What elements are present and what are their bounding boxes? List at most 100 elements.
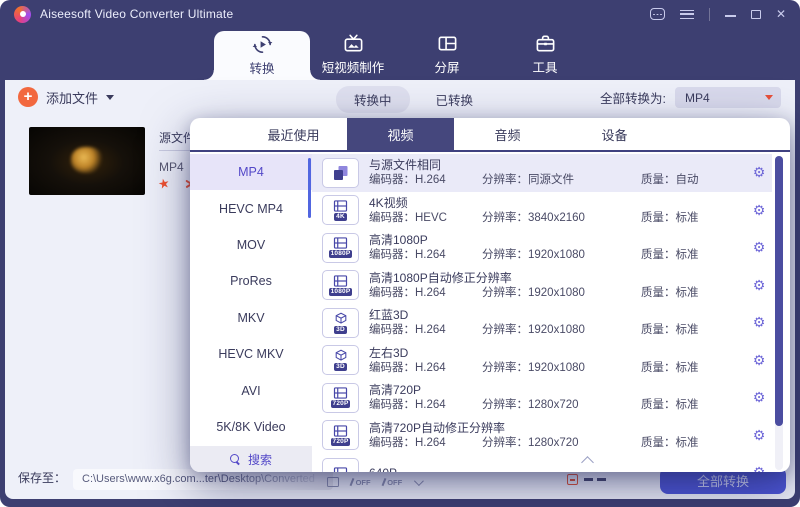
format-row[interactable]: 4K 4K视频编码器：HEVC分辨率：3840x2160质量：标准⚙ <box>312 192 772 230</box>
collapse-chevron-icon[interactable] <box>582 455 594 467</box>
tab-label: 短视频制作 <box>322 57 385 76</box>
output-format-dropdown[interactable]: MP4 <box>675 87 781 108</box>
menu-icon[interactable] <box>680 10 694 19</box>
film-icon: 1080P <box>322 270 359 300</box>
toolbox-icon <box>535 33 556 54</box>
copy-icon <box>322 158 359 188</box>
toggle-2[interactable]: OFF <box>383 478 403 487</box>
sidebar-item-mov[interactable]: MOV <box>190 227 312 263</box>
list-scrollbar-thumb[interactable] <box>775 156 783 426</box>
format-row[interactable]: 720P 高清720P 编码器：H.264分辨率：1280x720质量：标准⚙ <box>312 379 772 417</box>
sidebar-item-hevc-mp4[interactable]: HEVC MP4 <box>190 190 312 226</box>
format-row[interactable]: 3D红蓝3D编码器：H.264分辨率：1920x1080质量：标准⚙ <box>312 304 772 342</box>
toggle-1[interactable]: OFF <box>351 478 371 487</box>
encoder-value: 编码器：H.264 <box>369 287 482 300</box>
close-icon[interactable]: ✕ <box>776 8 786 20</box>
popup-tab-audio[interactable]: 音频 <box>454 118 561 150</box>
video-thumbnail <box>29 127 145 195</box>
popup-sidebar-list: MP4HEVC MP4MOVProResMKVHEVC MKVAVI5K/8K … <box>190 154 312 445</box>
settings-gear-icon[interactable]: ⚙ <box>746 389 772 406</box>
film-icon: 1080P <box>322 233 359 263</box>
convert-all-label: 全部转换为: <box>600 88 666 107</box>
chevron-down-icon[interactable] <box>414 476 424 486</box>
tab-split-screen[interactable]: 分屏 <box>399 28 495 80</box>
resolution-value: 分辨率：1280x720 <box>482 437 641 450</box>
format-detail: 编码器：H.264分辨率：同源文件质量：自动 <box>369 174 746 187</box>
chevron-down-icon[interactable] <box>106 95 114 100</box>
tab-short-video[interactable]: 短视频制作 <box>305 28 401 80</box>
sidebar-scrollbar[interactable] <box>308 158 311 218</box>
settings-gear-icon[interactable]: ⚙ <box>746 277 772 294</box>
encoder-value: 编码器：H.264 <box>369 174 482 187</box>
encoder-value: 编码器：H.264 <box>369 249 482 262</box>
sidebar-item-mp4[interactable]: MP4 <box>190 154 312 190</box>
popup-tab-video[interactable]: 视频 <box>347 118 454 150</box>
window-title: Aiseesoft Video Converter Ultimate <box>40 7 233 21</box>
resolution-badge: 1080P <box>329 250 353 258</box>
format-row[interactable]: 1080P高清1080P编码器：H.264分辨率：1920x1080质量：标准⚙ <box>312 229 772 267</box>
tab-convert[interactable]: 转换 <box>214 31 310 80</box>
save-path-input[interactable]: C:\Users\www.x6g.com...ter\Desktop\Conve… <box>73 469 333 490</box>
format-detail: 编码器：H.264分辨率：1920x1080质量：标准 <box>369 287 746 300</box>
popup-tab-recent[interactable]: 最近使用 <box>240 118 347 150</box>
format-list: 与源文件相同编码器：H.264分辨率：同源文件质量：自动⚙4K4K视频编码器：H… <box>312 154 790 472</box>
settings-gear-icon[interactable]: ⚙ <box>746 239 772 256</box>
format-row[interactable]: 与源文件相同编码器：H.264分辨率：同源文件质量：自动⚙ <box>312 154 772 192</box>
format-detail: 编码器：HEVC分辨率：3840x2160质量：标准 <box>369 212 746 225</box>
format-title: 左右3D <box>369 346 746 360</box>
add-files-label: 添加文件 <box>46 88 98 107</box>
format-title: 高清1080P <box>369 233 746 247</box>
toggle-icon <box>350 478 354 486</box>
format-detail: 编码器：H.264分辨率：1280x720质量：标准 <box>369 399 746 412</box>
sidebar-item-prores[interactable]: ProRes <box>190 263 312 299</box>
sidebar-item-hevc-mkv[interactable]: HEVC MKV <box>190 336 312 372</box>
split-screen-icon <box>437 33 458 54</box>
format-row[interactable]: 640P⚙ <box>312 454 772 472</box>
edit-wand-icon[interactable]: ★ <box>157 176 171 191</box>
convert-status-segment: 转换中 已转换 <box>336 86 473 113</box>
settings-gear-icon[interactable]: ⚙ <box>746 164 772 181</box>
popup-body: MP4HEVC MP4MOVProResMKVHEVC MKVAVI5K/8K … <box>190 154 790 472</box>
feedback-icon[interactable] <box>650 8 665 20</box>
format-row[interactable]: 720P高清720P自动修正分辨率编码器：H.264分辨率：1280x720质量… <box>312 417 772 455</box>
search-button[interactable]: 搜索 <box>190 446 312 472</box>
settings-gear-icon[interactable]: ⚙ <box>746 202 772 219</box>
format-title: 高清720P <box>369 383 746 397</box>
sidebar-item-mkv[interactable]: MKV <box>190 300 312 336</box>
film-icon: 720P <box>322 383 359 413</box>
sidebar-item-avi[interactable]: AVI <box>190 372 312 408</box>
settings-gear-icon[interactable]: ⚙ <box>746 352 772 369</box>
format-title: 4K视频 <box>369 196 746 210</box>
encoder-value: 编码器：H.264 <box>369 362 482 375</box>
sidebar-item-5k-8k-video[interactable]: 5K/8K Video <box>190 409 312 445</box>
search-label: 搜索 <box>248 451 272 468</box>
tab-toolbox[interactable]: 工具 <box>497 28 593 80</box>
folder-icon[interactable] <box>327 477 339 487</box>
format-row[interactable]: 3D左右3D编码器：H.264分辨率：1920x1080质量：标准⚙ <box>312 342 772 380</box>
add-files-button[interactable]: + 添加文件 <box>18 87 114 107</box>
popup-tab-device[interactable]: 设备 <box>561 118 668 150</box>
quality-value: 质量：标准 <box>641 287 746 300</box>
quality-value: 质量：标准 <box>641 249 746 262</box>
maximize-icon[interactable] <box>751 10 761 19</box>
format-row[interactable]: 1080P高清1080P自动修正分辨率编码器：H.264分辨率：1920x108… <box>312 267 772 305</box>
resolution-badge: 4K <box>334 213 347 221</box>
minimize-icon[interactable] <box>725 15 736 17</box>
segment-converted[interactable]: 已转换 <box>436 90 474 109</box>
settings-gear-icon[interactable]: ⚙ <box>746 314 772 331</box>
settings-gear-icon[interactable]: ⚙ <box>746 427 772 444</box>
save-to-label: 保存至： <box>18 469 66 486</box>
cube-icon: 3D <box>322 308 359 338</box>
resolution-value: 分辨率：同源文件 <box>482 174 641 187</box>
format-title: 高清720P自动修正分辨率 <box>369 421 746 435</box>
clipped-text <box>584 478 593 481</box>
encoder-value: 编码器：H.264 <box>369 399 482 412</box>
segment-converting[interactable]: 转换中 <box>336 86 410 113</box>
tab-label: 分屏 <box>434 57 459 76</box>
main-nav: 转换 短视频制作 分屏 工具 <box>0 28 800 80</box>
merge-option[interactable] <box>567 474 593 485</box>
format-detail: 编码器：H.264分辨率：1280x720质量：标准 <box>369 437 746 450</box>
format-detail: 编码器：H.264分辨率：1920x1080质量：标准 <box>369 324 746 337</box>
settings-gear-icon[interactable]: ⚙ <box>746 464 772 472</box>
film-icon: 4K <box>322 195 359 225</box>
